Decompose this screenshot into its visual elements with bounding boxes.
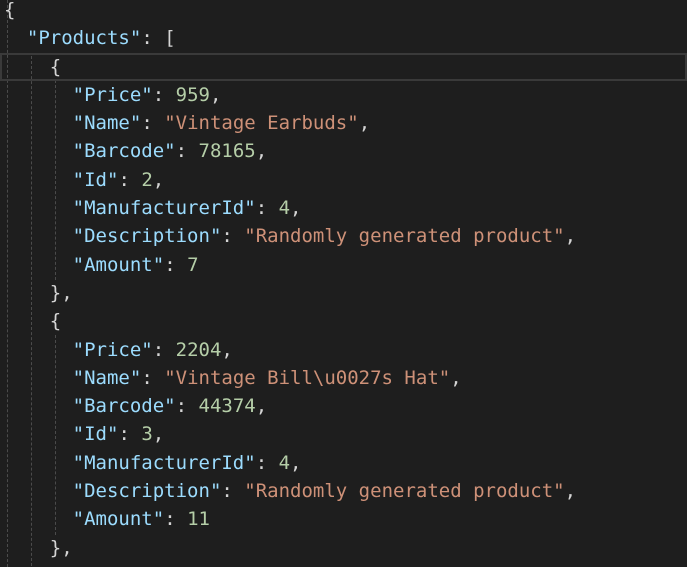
code-line[interactable]: { [0, 307, 687, 335]
open-brace: { [4, 0, 16, 21]
json-key: "Amount" [72, 508, 165, 531]
close-brace: }, [49, 281, 73, 304]
code-line[interactable]: "Barcode": 44374, [0, 392, 687, 420]
code-line[interactable]: { [0, 0, 687, 24]
code-line[interactable]: "Barcode": 78165, [0, 137, 687, 165]
json-number-value: 2 [141, 168, 153, 191]
json-number-value: 44374 [198, 395, 256, 418]
code-line[interactable]: "ManufacturerId": 4, [0, 194, 687, 222]
json-number-value: 4 [278, 451, 291, 474]
code-line[interactable]: "Price": 959, [0, 81, 687, 109]
json-key: "Description" [72, 225, 222, 248]
code-line[interactable]: "ManufacturerId": 4, [0, 449, 687, 477]
json-string-value: "Vintage Bill\u0027s Hat" [164, 366, 451, 389]
json-key: "Description" [72, 480, 222, 503]
json-number-value: 3 [141, 423, 153, 446]
json-key: "Price" [72, 83, 153, 106]
json-string-value: "Randomly generated product" [244, 225, 565, 248]
json-number-value: 959 [175, 83, 210, 106]
json-number-value: 78165 [198, 140, 256, 163]
json-key: "ManufacturerId" [72, 451, 256, 474]
json-key: "Id" [72, 168, 119, 191]
json-number-value: 11 [187, 508, 210, 531]
json-number-value: 2204 [175, 338, 222, 361]
code-line[interactable]: "Price": 2204, [0, 336, 687, 364]
json-key: "Products" [26, 27, 142, 50]
json-key: "ManufacturerId" [72, 197, 256, 220]
code-line[interactable]: }, [0, 279, 687, 307]
code-line[interactable]: "Products": [ [0, 24, 687, 52]
code-line[interactable]: "Amount": 7 [0, 251, 687, 279]
code-line[interactable]: "Id": 2, [0, 166, 687, 194]
code-line[interactable]: "Name": "Vintage Earbuds", [0, 109, 687, 137]
json-string-value: "Vintage Earbuds" [164, 112, 359, 135]
json-number-value: 4 [278, 197, 291, 220]
json-number-value: 7 [187, 253, 199, 276]
code-line[interactable]: "Name": "Vintage Bill\u0027s Hat", [0, 364, 687, 392]
code-line[interactable]: }, [0, 534, 687, 562]
code-line[interactable]: "Amount": 11 [0, 505, 687, 533]
json-key: "Name" [72, 112, 142, 135]
open-brace: { [49, 310, 62, 333]
code-editor[interactable]: { "Products": [ { "Price": 959, "Name": … [0, 0, 687, 567]
json-key: "Price" [72, 338, 153, 361]
json-key: "Name" [72, 366, 142, 389]
code-line[interactable]: "Id": 3, [0, 420, 687, 448]
json-key: "Amount" [72, 253, 165, 276]
code-lines: { "Products": [ { "Price": 959, "Name": … [0, 0, 687, 567]
json-key: "Barcode" [72, 140, 176, 163]
json-key: "Id" [72, 423, 119, 446]
code-line[interactable]: "Description": "Randomly generated produ… [0, 477, 687, 505]
close-brace: }, [49, 536, 73, 559]
open-brace: { [49, 55, 62, 78]
json-key: "Barcode" [72, 395, 176, 418]
code-line[interactable]: { [0, 562, 687, 567]
code-line[interactable]: "Description": "Randomly generated produ… [0, 222, 687, 250]
code-line-current[interactable]: { [0, 52, 687, 81]
json-string-value: "Randomly generated product" [244, 480, 565, 503]
